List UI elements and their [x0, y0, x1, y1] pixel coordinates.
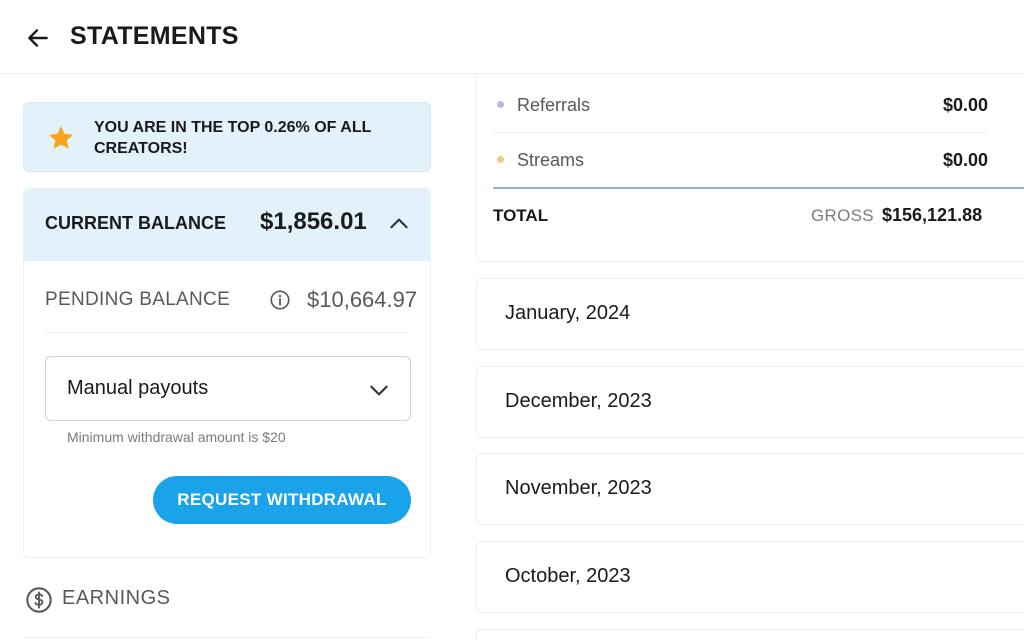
star-icon — [49, 126, 73, 149]
balance-card: CURRENT BALANCE $1,856.01 PENDING BALANC… — [23, 188, 431, 558]
total-divider — [493, 187, 1024, 189]
payout-mode-select[interactable]: Manual payouts — [45, 356, 411, 421]
streams-dot — [497, 156, 504, 163]
statement-month-item[interactable]: November, 2023 — [476, 453, 1024, 525]
payout-mode-value: Manual payouts — [67, 377, 209, 399]
total-label: TOTAL — [493, 206, 549, 225]
statement-month-item[interactable]: January, 2024 — [476, 278, 1024, 350]
chevron-down-icon — [370, 385, 388, 396]
statement-month-item[interactable]: October, 2023 — [476, 541, 1024, 613]
page-title: STATEMENTS — [70, 22, 239, 50]
earnings-label: EARNINGS — [62, 587, 171, 609]
gross-label: GROSS — [811, 206, 874, 225]
banner-text: YOU ARE IN THE TOP 0.26% OF ALL CREATORS… — [94, 119, 372, 157]
pending-balance-row: PENDING BALANCE $10,664.97 — [45, 283, 417, 333]
summary-value: $0.00 — [942, 150, 988, 170]
chevron-up-icon[interactable] — [386, 211, 412, 237]
dollar-circle-icon — [26, 587, 52, 613]
top-creator-banner: YOU ARE IN THE TOP 0.26% OF ALL CREATORS… — [23, 102, 431, 172]
pending-balance-value: $10,664.97 — [307, 287, 418, 312]
current-balance-label: CURRENT BALANCE — [45, 213, 226, 233]
earnings-summary-card: Referrals $0.00 Streams $0.00 TOTAL GROS… — [476, 76, 1024, 262]
statement-month-item-partial[interactable] — [476, 629, 1024, 640]
summary-label: Referrals — [517, 95, 591, 115]
current-balance-header[interactable]: CURRENT BALANCE $1,856.01 — [24, 189, 430, 261]
statement-month-item[interactable]: December, 2023 — [476, 366, 1024, 438]
month-label: October, 2023 — [505, 565, 631, 587]
summary-row-streams: Streams $0.00 — [493, 133, 988, 188]
gross-value: $156,121.88 — [882, 205, 983, 225]
month-label: November, 2023 — [505, 477, 652, 499]
request-withdrawal-button[interactable]: REQUEST WITHDRAWAL — [153, 476, 411, 524]
back-button[interactable] — [22, 22, 54, 54]
info-icon[interactable] — [269, 289, 291, 311]
summary-value: $0.00 — [942, 95, 988, 115]
referrals-dot — [497, 101, 504, 108]
app-header: STATEMENTS — [0, 0, 1024, 74]
pending-balance-label: PENDING BALANCE — [45, 289, 231, 310]
month-label: January, 2024 — [505, 302, 631, 324]
divider — [23, 637, 431, 638]
summary-row-referrals: Referrals $0.00 — [493, 78, 988, 133]
summary-label: Streams — [517, 150, 585, 170]
minimum-withdrawal-note: Minimum withdrawal amount is $20 — [67, 429, 286, 445]
current-balance-value: $1,856.01 — [260, 208, 367, 235]
month-label: December, 2023 — [505, 390, 652, 412]
arrow-left-icon — [28, 29, 48, 47]
